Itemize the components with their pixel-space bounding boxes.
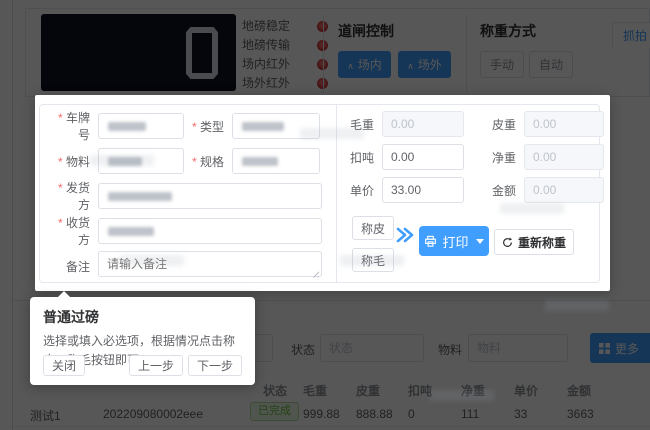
redacted-value — [108, 157, 142, 166]
print-label: 打印 — [442, 232, 468, 251]
weighbridge-app: 0 地磅稳定 地磅传输 场内红外 场外红外 道闸控制 — [0, 0, 650, 430]
deduct-input[interactable] — [382, 144, 464, 170]
redacted-value — [108, 122, 146, 131]
print-button[interactable]: 打印 — [419, 226, 489, 256]
redacted-value — [108, 227, 154, 236]
tour-next-label: 下一步 — [197, 357, 233, 374]
tare-label: 皮重 — [482, 116, 516, 133]
tour-prev-button[interactable]: 上一步 — [129, 355, 183, 376]
net-label: 净重 — [482, 149, 516, 166]
form-row-deduct-net: 扣吨 净重 — [340, 144, 604, 170]
price-input[interactable] — [382, 177, 464, 203]
tour-next-button[interactable]: 下一步 — [188, 355, 242, 376]
remark-label: 备注 — [48, 258, 90, 275]
tour-title: 普通过磅 — [43, 307, 242, 327]
printer-icon — [424, 235, 437, 248]
gross-label: 毛重 — [340, 116, 374, 133]
tour-popover: 普通过磅 选择或填入必选项，根据情况点击称皮、称毛按钮即可 关闭 上一步 下一步 — [30, 297, 255, 385]
deduct-label: 扣吨 — [340, 149, 374, 166]
double-arrow-icon — [395, 226, 415, 244]
gross-input — [382, 111, 464, 137]
form-row-receiver: 收货方 — [48, 218, 330, 244]
weigh-form-modal: 车牌号 类型 物料 规格 发货方 收货方 — [35, 95, 610, 291]
plate-input[interactable] — [98, 113, 184, 139]
spec-label: 规格 — [184, 153, 224, 170]
sender-input[interactable] — [98, 183, 322, 209]
spec-input[interactable] — [232, 148, 320, 174]
weigh-gross-label: 称毛 — [361, 252, 385, 269]
form-row-price-amount: 单价 金额 — [340, 177, 604, 203]
tare-input — [524, 111, 604, 137]
amount-input — [524, 177, 604, 203]
sender-label: 发货方 — [48, 179, 90, 213]
redacted-value — [242, 157, 278, 166]
form-row-material-spec: 物料 规格 — [48, 148, 330, 174]
type-input[interactable] — [232, 113, 320, 139]
net-input — [524, 144, 604, 170]
reweigh-label: 重新称重 — [518, 234, 566, 251]
weigh-gross-button[interactable]: 称毛 — [352, 248, 394, 272]
popover-arrow-icon — [58, 291, 70, 297]
form-row-remark: 备注 — [48, 253, 330, 279]
material-input[interactable] — [98, 148, 184, 174]
refresh-icon — [502, 237, 513, 248]
redacted-value — [108, 192, 172, 201]
material-label: 物料 — [48, 153, 90, 170]
amount-label: 金额 — [482, 182, 516, 199]
plate-label: 车牌号 — [48, 109, 90, 143]
caret-down-icon — [476, 239, 484, 244]
tour-close-button[interactable]: 关闭 — [43, 355, 85, 376]
receiver-label: 收货方 — [48, 214, 90, 248]
weigh-tare-label: 称皮 — [361, 220, 385, 237]
type-label: 类型 — [184, 118, 224, 135]
tour-prev-label: 上一步 — [138, 357, 174, 374]
price-label: 单价 — [340, 182, 374, 199]
form-border-box: 车牌号 类型 物料 规格 发货方 收货方 — [39, 104, 600, 283]
remark-textarea[interactable] — [98, 251, 322, 277]
form-row-plate-type: 车牌号 类型 — [48, 113, 330, 139]
form-row-sender: 发货方 — [48, 183, 330, 209]
redacted-value — [242, 122, 284, 131]
weigh-tare-button[interactable]: 称皮 — [352, 216, 394, 240]
tour-close-label: 关闭 — [52, 357, 76, 374]
form-row-gross-tare: 毛重 皮重 — [340, 111, 604, 137]
receiver-input[interactable] — [98, 218, 322, 244]
reweigh-button[interactable]: 重新称重 — [494, 229, 574, 255]
form-divider — [336, 105, 337, 282]
